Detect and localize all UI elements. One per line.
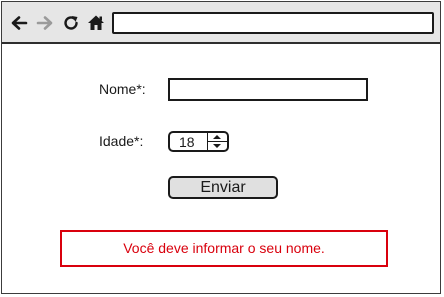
home-icon[interactable] xyxy=(87,14,105,32)
chevron-up-icon xyxy=(213,135,221,139)
name-input[interactable] xyxy=(168,78,368,101)
browser-window: Nome*: Idade*: 18 Enviar Você deve infor… xyxy=(1,1,441,294)
address-bar[interactable] xyxy=(112,12,434,34)
submit-button[interactable]: Enviar xyxy=(168,176,278,199)
forward-arrow-icon[interactable] xyxy=(36,14,54,32)
error-message: Você deve informar o seu nome. xyxy=(60,230,388,267)
chevron-down-icon xyxy=(213,143,221,148)
stepper-buttons xyxy=(207,133,227,150)
age-label: Idade*: xyxy=(99,133,144,149)
stepper-up-button[interactable] xyxy=(208,133,227,142)
age-value: 18 xyxy=(179,134,195,150)
name-label: Nome*: xyxy=(99,81,146,97)
browser-toolbar xyxy=(2,2,440,44)
age-stepper[interactable]: 18 xyxy=(168,131,229,152)
stepper-down-button[interactable] xyxy=(208,142,227,151)
back-arrow-icon[interactable] xyxy=(10,14,28,32)
reload-icon[interactable] xyxy=(62,14,80,32)
